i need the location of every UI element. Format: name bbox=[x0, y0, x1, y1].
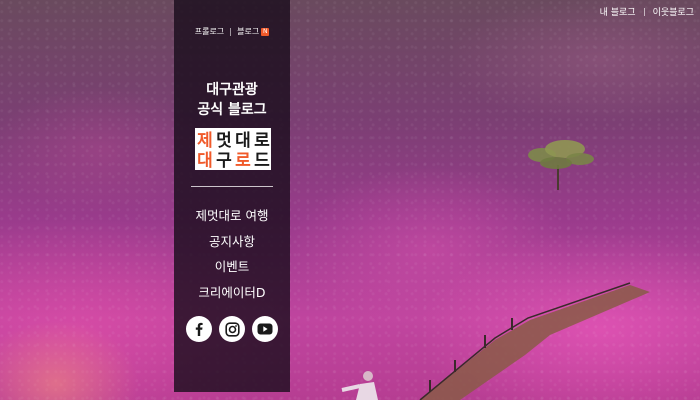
blog-link-label: 블로그 bbox=[237, 27, 260, 36]
prologue-link[interactable]: 프롤로그 bbox=[195, 26, 224, 37]
my-blog-link[interactable]: 내 블로그 bbox=[600, 5, 636, 18]
facebook-button[interactable] bbox=[186, 316, 212, 342]
menu-item-notice[interactable]: 공지사항 bbox=[174, 229, 290, 255]
logo-char-6: 구 bbox=[216, 151, 232, 170]
panel-top-links: 프롤로그 블로그 N bbox=[174, 26, 290, 37]
instagram-icon bbox=[224, 321, 240, 337]
wooden-stairway bbox=[419, 282, 650, 400]
logo-char-8: 드 bbox=[254, 151, 270, 170]
youtube-button[interactable] bbox=[252, 316, 278, 342]
new-badge: N bbox=[261, 27, 270, 36]
sunlight-glow bbox=[0, 320, 140, 400]
menu-item-travel[interactable]: 제멋대로 여행 bbox=[174, 203, 290, 229]
blog-link[interactable]: 블로그 N bbox=[237, 26, 270, 37]
social-links bbox=[174, 316, 290, 342]
menu-divider bbox=[191, 186, 273, 187]
logo-char-7: 로 bbox=[235, 151, 251, 170]
top-links: 내 블로그 이웃블로그 bbox=[600, 5, 694, 18]
menu-item-creator[interactable]: 크리에이터D bbox=[174, 280, 290, 306]
logo-char-3: 대 bbox=[235, 131, 251, 151]
youtube-icon bbox=[257, 323, 273, 335]
logo-char-4: 로 bbox=[254, 131, 270, 151]
blog-title: 대구관광 공식 블로그 bbox=[174, 80, 290, 120]
logo-char-2: 멋 bbox=[216, 131, 232, 151]
sidebar-menu: 제멋대로 여행 공지사항 이벤트 크리에이터D bbox=[174, 203, 290, 305]
neighbor-blog-link[interactable]: 이웃블로그 bbox=[653, 5, 694, 18]
title-line-2: 공식 블로그 bbox=[197, 102, 267, 118]
divider bbox=[230, 27, 232, 36]
menu-item-event[interactable]: 이벤트 bbox=[174, 254, 290, 280]
sidebar-panel: 프롤로그 블로그 N 대구관광 공식 블로그 제멋대로 여행 공지사항 이벤트 크… bbox=[174, 0, 290, 392]
divider bbox=[643, 7, 645, 16]
title-line-1: 대구관광 bbox=[206, 82, 258, 98]
person-figure bbox=[341, 371, 378, 400]
instagram-button[interactable] bbox=[219, 316, 245, 342]
brand-logo: 제 멋 대 로 대 구 로 드 bbox=[195, 128, 271, 170]
tree-silhouette bbox=[528, 140, 594, 190]
logo-char-1: 제 bbox=[197, 131, 213, 151]
logo-char-5: 대 bbox=[197, 151, 213, 170]
facebook-icon bbox=[195, 322, 203, 336]
